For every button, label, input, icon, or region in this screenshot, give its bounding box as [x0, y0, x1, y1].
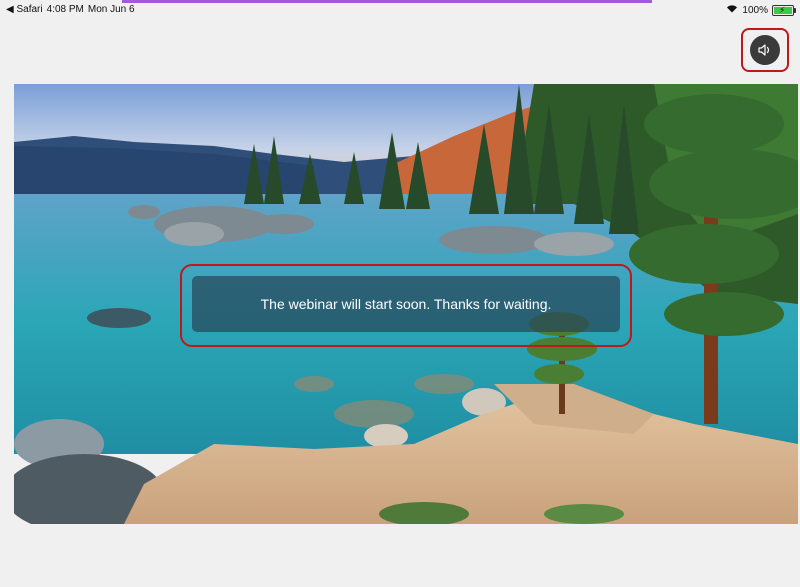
waiting-message-text: The webinar will start soon. Thanks for … — [260, 296, 552, 312]
back-arrow-icon: ◀ — [6, 4, 14, 15]
back-app-label: Safari — [16, 4, 43, 15]
status-time: 4:08 PM — [46, 4, 84, 15]
status-date: Mon Jun 6 — [87, 4, 135, 15]
battery-icon: ⚡ — [772, 4, 796, 16]
back-to-app-link[interactable]: ◀ Safari — [6, 4, 43, 15]
status-bar-left: ◀ Safari 4:08 PM Mon Jun 6 — [6, 4, 135, 15]
audio-button-highlight — [741, 28, 789, 72]
audio-button[interactable] — [750, 35, 780, 65]
waiting-message-banner: The webinar will start soon. Thanks for … — [192, 276, 620, 332]
battery-percent: 100% — [742, 4, 768, 16]
status-bar: ◀ Safari 4:08 PM Mon Jun 6 100% ⚡ — [0, 0, 800, 18]
charging-bolt-icon: ⚡ — [779, 4, 786, 15]
status-bar-right: 100% ⚡ — [726, 4, 796, 16]
speaker-icon — [758, 44, 770, 56]
wifi-icon — [726, 4, 738, 16]
